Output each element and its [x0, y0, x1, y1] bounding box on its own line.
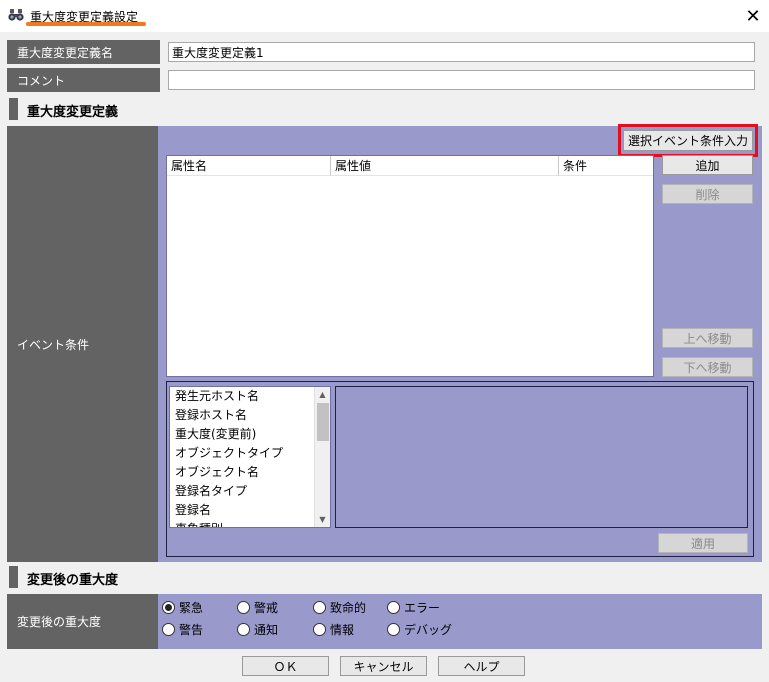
list-item[interactable]: 重大度(変更前): [170, 425, 330, 444]
severity-option-alert[interactable]: 警戒: [237, 599, 278, 616]
severity-section-title: 変更後の重大度: [27, 573, 119, 588]
cancel-button[interactable]: キャンセル: [340, 656, 427, 676]
name-label: 重大度変更定義名: [7, 40, 160, 64]
list-item[interactable]: 登録名タイプ: [170, 482, 330, 501]
radio-button[interactable]: [387, 601, 400, 614]
definition-section-title: 重大度変更定義: [27, 105, 119, 120]
radio-button[interactable]: [313, 601, 326, 614]
attribute-table[interactable]: 属性名 属性値 条件: [166, 155, 654, 377]
option-label: 通知: [254, 623, 279, 637]
attribute-list[interactable]: 発生元ホスト名 登録ホスト名 重大度(変更前) オブジェクトタイプ オブジェクト…: [169, 386, 331, 528]
radio-button[interactable]: [162, 623, 175, 636]
comment-input[interactable]: [168, 70, 755, 90]
severity-option-warning[interactable]: 警告: [162, 621, 203, 638]
radio-button[interactable]: [237, 601, 250, 614]
add-button[interactable]: 追加: [662, 155, 753, 175]
severity-option-critical[interactable]: 致命的: [313, 599, 366, 616]
list-item[interactable]: 登録名: [170, 501, 330, 520]
help-button[interactable]: ヘルプ: [438, 656, 525, 676]
option-label: 警告: [179, 623, 204, 637]
severity-option-info[interactable]: 情報: [313, 621, 354, 638]
event-condition-label: イベント条件: [7, 126, 160, 562]
option-label: 緊急: [179, 601, 204, 615]
name-input[interactable]: [168, 42, 755, 62]
radio-button[interactable]: [237, 623, 250, 636]
ok-button[interactable]: ＯＫ: [242, 656, 329, 676]
delete-button[interactable]: 削除: [662, 184, 753, 204]
radio-button[interactable]: [313, 623, 326, 636]
scrollbar-thumb[interactable]: [317, 403, 329, 441]
list-scrollbar[interactable]: ▲ ▼: [314, 387, 330, 527]
list-item[interactable]: 登録ホスト名: [170, 406, 330, 425]
chevron-down-icon[interactable]: ▼: [315, 512, 330, 527]
list-item[interactable]: オブジェクトタイプ: [170, 444, 330, 463]
apply-button[interactable]: 適用: [658, 533, 748, 553]
section-marker: [9, 98, 18, 120]
list-item[interactable]: 事象種別: [170, 520, 330, 527]
column-header-attribute-name[interactable]: 属性名: [167, 156, 331, 176]
option-label: 情報: [330, 623, 355, 637]
section-marker: [9, 566, 18, 588]
radio-button[interactable]: [162, 601, 175, 614]
select-event-condition-button[interactable]: 選択イベント条件入力: [623, 130, 753, 151]
title-underline: [26, 22, 146, 26]
comment-label: コメント: [7, 68, 160, 92]
close-icon: ✕: [745, 5, 761, 27]
option-label: 警戒: [254, 601, 279, 615]
severity-label: 変更後の重大度: [7, 594, 160, 649]
close-button[interactable]: ✕: [738, 2, 768, 30]
binoculars-icon: [8, 8, 24, 22]
option-label: 致命的: [330, 601, 367, 615]
severity-option-emergency[interactable]: 緊急: [162, 599, 203, 616]
radio-button[interactable]: [387, 623, 400, 636]
column-header-condition[interactable]: 条件: [559, 156, 653, 176]
severity-option-error[interactable]: エラー: [387, 599, 440, 616]
list-item[interactable]: オブジェクト名: [170, 463, 330, 482]
attribute-value-editor[interactable]: [335, 386, 748, 528]
severity-option-debug[interactable]: デバッグ: [387, 621, 452, 638]
title-bar: 重大度変更定義設定 ✕: [0, 0, 769, 32]
option-label: エラー: [404, 601, 441, 615]
option-label: デバッグ: [404, 623, 453, 637]
move-up-button[interactable]: 上へ移動: [662, 328, 753, 348]
radio-selected-dot: [165, 604, 172, 611]
column-header-attribute-value[interactable]: 属性値: [331, 156, 559, 176]
move-down-button[interactable]: 下へ移動: [662, 357, 753, 377]
list-item[interactable]: 発生元ホスト名: [170, 387, 330, 406]
chevron-up-icon[interactable]: ▲: [315, 387, 330, 402]
severity-option-notice[interactable]: 通知: [237, 621, 278, 638]
